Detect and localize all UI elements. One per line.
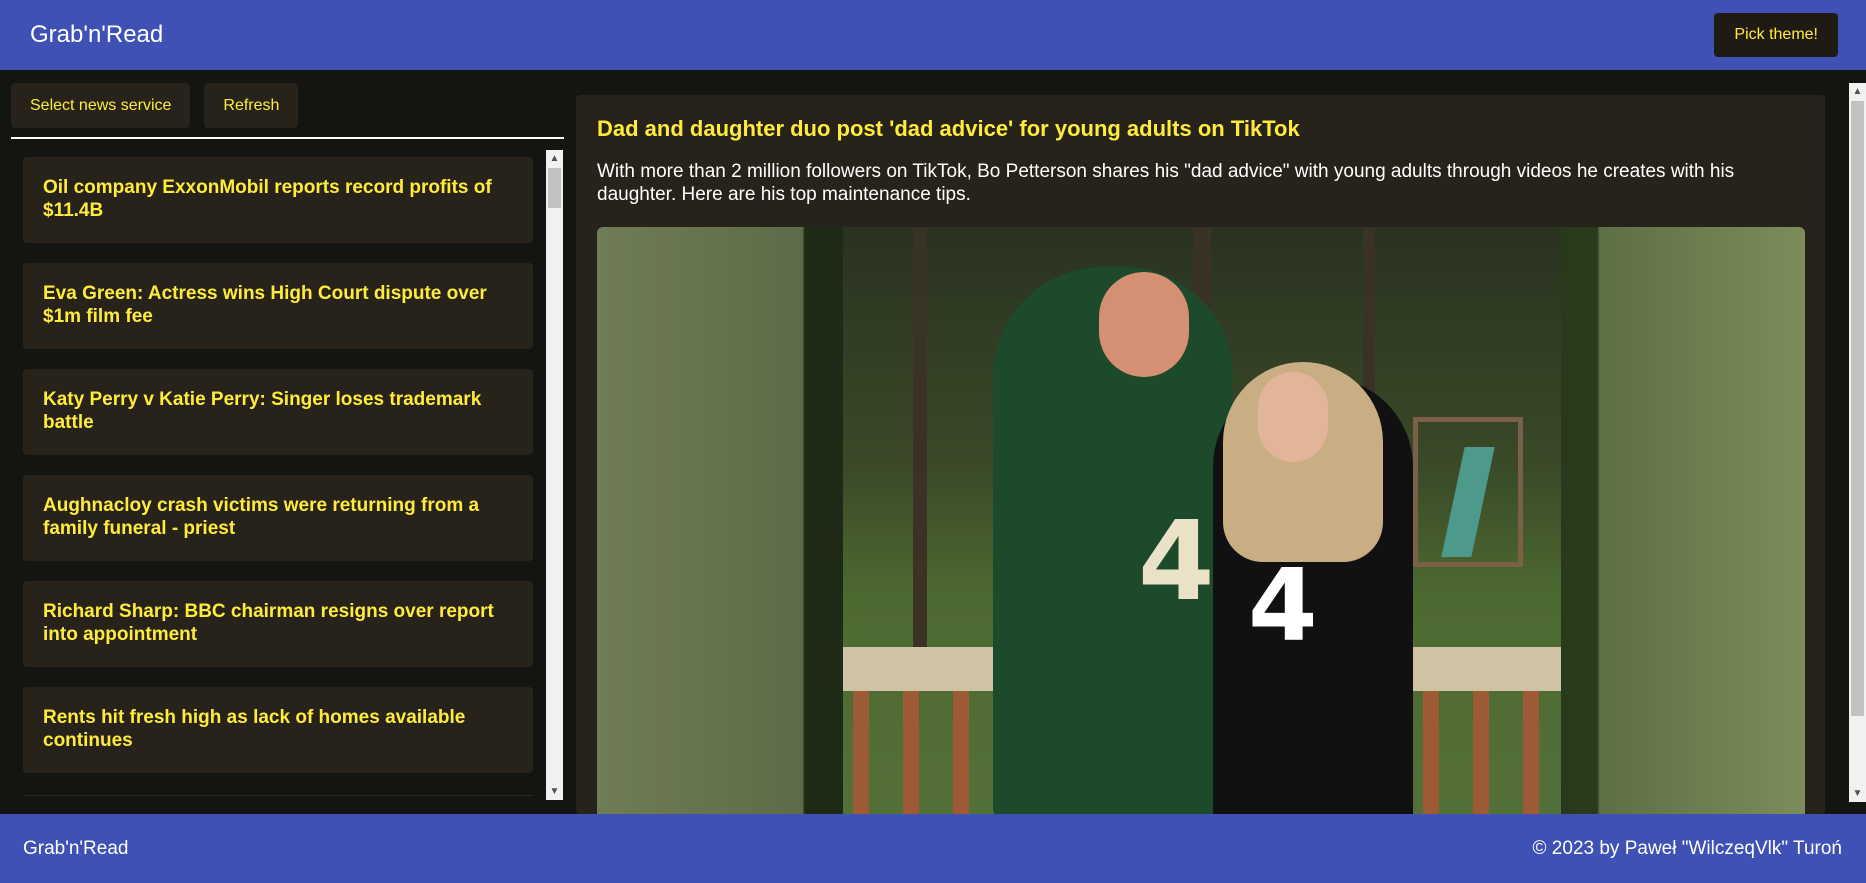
refresh-button[interactable]: Refresh: [204, 83, 299, 128]
jersey-number: 4: [1138, 497, 1215, 625]
scroll-down-icon[interactable]: ▼: [546, 783, 563, 800]
news-item[interactable]: Richard Sharp: BBC chairman resigns over…: [23, 581, 533, 667]
article-photo: 4 4: [843, 227, 1561, 814]
news-item[interactable]: Eva Green: Actress wins High Court dispu…: [23, 263, 533, 349]
article-image: 4 4: [597, 227, 1805, 814]
scroll-down-icon[interactable]: ▼: [1849, 785, 1866, 802]
pick-theme-button[interactable]: Pick theme!: [1714, 13, 1838, 57]
scroll-up-icon[interactable]: ▲: [546, 150, 563, 167]
fence-post: [853, 691, 869, 814]
scrollbar-thumb[interactable]: [1851, 101, 1864, 716]
footer-brand: Grab'n'Read: [23, 837, 129, 859]
news-list-scrollbar[interactable]: ▲ ▼: [546, 150, 563, 800]
scroll-up-icon[interactable]: ▲: [1849, 83, 1866, 100]
tree-trunk: [913, 227, 927, 647]
app-header: Grab'n'Read Pick theme!: [0, 0, 1866, 70]
article-panel: Dad and daughter duo post 'dad advice' f…: [576, 95, 1825, 814]
news-item[interactable]: Oil company ExxonMobil reports record pr…: [23, 157, 533, 243]
article-description: With more than 2 million followers on Ti…: [597, 161, 1735, 205]
jersey-number: 4: [1248, 547, 1318, 664]
fence-post: [953, 691, 969, 814]
man-head: [1099, 272, 1189, 377]
sidebar-divider: [11, 137, 564, 139]
article-title: Dad and daughter duo post 'dad advice' f…: [597, 116, 1300, 141]
page-scrollbar[interactable]: ▲ ▼: [1849, 83, 1866, 802]
woman-face: [1258, 372, 1328, 462]
footer-copyright: © 2023 by Paweł "WilczeqVlk" Turoń: [1532, 837, 1842, 859]
fence-post: [1523, 691, 1539, 814]
news-item[interactable]: Katy Perry v Katie Perry: Singer loses t…: [23, 369, 533, 455]
fence-post: [1423, 691, 1439, 814]
news-controls: Select news service Refresh: [11, 83, 299, 128]
news-item[interactable]: Rents hit fresh high as lack of homes av…: [23, 687, 533, 773]
news-item[interactable]: Aughnacloy crash victims were returning …: [23, 475, 533, 561]
app-footer: Grab'n'Read © 2023 by Paweł "WilczeqVlk"…: [0, 814, 1866, 883]
scrollbar-thumb[interactable]: [548, 168, 561, 208]
news-list-separator: [23, 795, 533, 796]
fence-post: [1473, 691, 1489, 814]
fence-post: [903, 691, 919, 814]
select-news-service-button[interactable]: Select news service: [11, 83, 191, 128]
news-list[interactable]: Oil company ExxonMobil reports record pr…: [11, 149, 547, 801]
app-brand[interactable]: Grab'n'Read: [30, 21, 163, 49]
news-sidebar: Select news service Refresh Oil company …: [0, 70, 576, 814]
